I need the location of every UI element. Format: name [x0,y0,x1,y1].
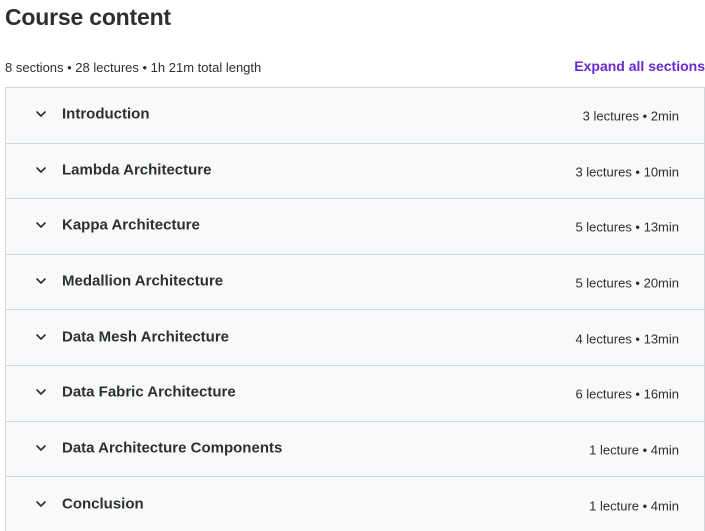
chevron-down-icon [35,498,47,510]
section-meta: 6 lectures • 16min [575,386,679,402]
section-data-mesh-architecture[interactable]: Data Mesh Architecture 4 lectures • 13mi… [6,310,704,366]
chevron-down-icon [35,386,47,398]
section-title: Data Mesh Architecture [62,328,229,346]
course-summary: 8 sections • 28 lectures • 1h 21m total … [5,60,262,75]
section-title: Kappa Architecture [62,217,200,235]
section-meta: 1 lecture • 4min [589,498,679,514]
expand-all-sections-button[interactable]: Expand all sections [574,58,705,74]
chevron-down-icon [35,164,47,176]
section-meta: 5 lectures • 13min [575,219,679,235]
section-title: Introduction [62,105,150,123]
section-title: Medallion Architecture [62,272,224,290]
section-introduction[interactable]: Introduction 3 lectures • 2min [6,88,704,144]
chevron-down-icon [35,442,47,454]
section-meta: 3 lectures • 10min [575,164,679,180]
section-title: Data Fabric Architecture [62,383,236,401]
section-title: Data Architecture Components [62,439,283,457]
section-data-architecture-components[interactable]: Data Architecture Components 1 lecture •… [6,421,704,478]
section-meta: 5 lectures • 20min [575,275,679,291]
section-lambda-architecture[interactable]: Lambda Architecture 3 lectures • 10min [6,143,704,200]
section-meta: 3 lectures • 2min [582,108,679,124]
section-title: Conclusion [62,495,144,513]
course-content-panel: Course content 8 sections • 28 lectures … [0,0,705,531]
chevron-down-icon [35,219,47,231]
page-title: Course content [5,4,171,30]
chevron-down-icon [35,275,47,287]
section-kappa-architecture[interactable]: Kappa Architecture 5 lectures • 13min [6,199,704,255]
section-meta: 4 lectures • 13min [575,330,679,346]
section-medallion-architecture[interactable]: Medallion Architecture 5 lectures • 20mi… [6,254,704,311]
chevron-down-icon [35,331,47,343]
sections-accordion: Introduction 3 lectures • 2min Lambda Ar… [5,87,705,531]
summary-row: 8 sections • 28 lectures • 1h 21m total … [5,58,705,78]
section-title: Lambda Architecture [62,161,212,179]
section-data-fabric-architecture[interactable]: Data Fabric Architecture 6 lectures • 16… [6,365,704,422]
section-meta: 1 lecture • 4min [589,442,679,458]
chevron-down-icon [35,108,47,120]
section-conclusion[interactable]: Conclusion 1 lecture • 4min [6,477,704,531]
